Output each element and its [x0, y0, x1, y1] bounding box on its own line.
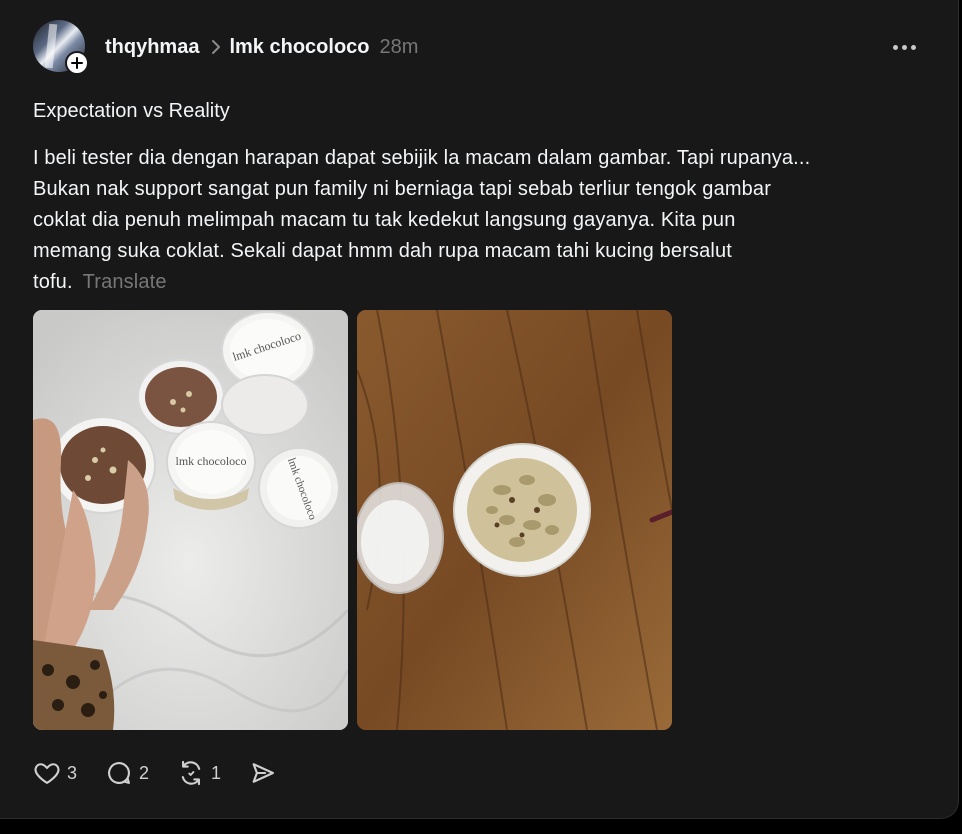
post-body-line: memang suka coklat. Sekali dapat hmm dah…: [33, 240, 732, 262]
post-body-line: Bukan nak support sangat pun family ni b…: [33, 178, 772, 200]
post-body-line: coklat dia penuh melimpah macam tu tak k…: [33, 209, 736, 231]
comment-button[interactable]: 2: [105, 759, 149, 787]
repost-count: 1: [211, 762, 222, 783]
chevron-right-icon: [211, 39, 221, 55]
comment-bubble-icon: [108, 762, 130, 784]
repost-icon: [181, 760, 201, 786]
like-button[interactable]: 3: [33, 759, 77, 787]
plus-icon: [71, 57, 83, 69]
translate-link[interactable]: Translate: [83, 271, 167, 293]
more-options-button[interactable]: [886, 36, 922, 58]
product-label-text: lmk chocoloco: [176, 454, 247, 468]
avatar-image-detail: [44, 23, 58, 69]
share-button[interactable]: [249, 759, 277, 787]
comment-count: 2: [139, 762, 150, 783]
like-count: 3: [67, 762, 78, 783]
post-card: thqyhmaa lmk chocoloco 28m Expectation v…: [0, 0, 959, 819]
author-username[interactable]: thqyhmaa: [105, 36, 199, 59]
post-title: Expectation vs Reality: [33, 100, 230, 122]
post-image-expectation[interactable]: lmk chocoloco lmk chocoloco lmk chocoloc…: [33, 310, 348, 730]
post-body-line: tofu.: [33, 271, 73, 293]
post-body-line: I beli tester dia dengan harapan dapat s…: [33, 147, 811, 169]
post-image-reality[interactable]: [357, 310, 672, 730]
post-actions: 3 2 1: [33, 757, 305, 789]
community-name[interactable]: lmk chocoloco: [229, 36, 369, 59]
heart-icon: [34, 763, 60, 784]
post-body: I beli tester dia dengan harapan dapat s…: [33, 143, 933, 298]
post-timestamp: 28m: [379, 35, 419, 58]
post-header: thqyhmaa lmk chocoloco 28m: [105, 33, 418, 61]
more-dots-icon: [892, 44, 898, 50]
repost-button[interactable]: 1: [177, 759, 221, 787]
send-icon: [252, 763, 275, 783]
follow-button[interactable]: [65, 51, 89, 75]
